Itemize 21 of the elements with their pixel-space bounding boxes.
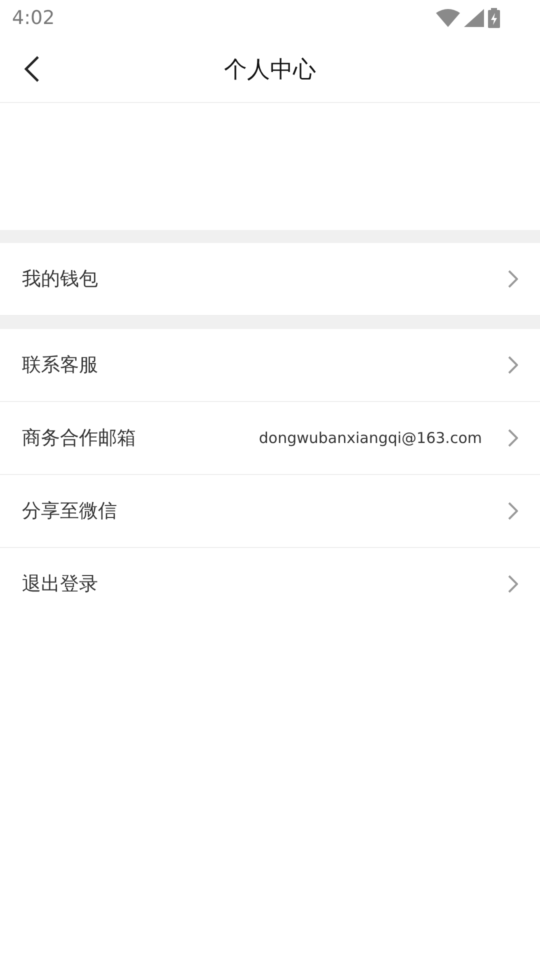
chevron-right-icon bbox=[508, 575, 518, 593]
page-title: 个人中心 bbox=[224, 56, 316, 84]
battery-icon bbox=[488, 8, 500, 28]
menu-label: 我的钱包 bbox=[22, 267, 99, 292]
menu-label: 联系客服 bbox=[22, 353, 99, 378]
menu-item[interactable]: 分享至微信 bbox=[0, 475, 540, 548]
menu-label: 商务合作邮箱 bbox=[22, 426, 137, 451]
wifi-icon bbox=[436, 9, 460, 27]
menu-label: 退出登录 bbox=[22, 572, 99, 597]
menu-label: 分享至微信 bbox=[22, 499, 118, 524]
menu-item[interactable]: 联系客服 bbox=[0, 329, 540, 402]
signal-icon bbox=[464, 9, 484, 27]
chevron-right-icon bbox=[508, 270, 518, 288]
back-icon[interactable] bbox=[24, 55, 40, 83]
menu-item[interactable]: 退出登录 bbox=[0, 548, 540, 620]
chevron-right-icon bbox=[508, 356, 518, 374]
status-time: 4:02 bbox=[12, 7, 55, 29]
menu-value: dongwubanxiangqi@163.com bbox=[258, 429, 482, 447]
menu-item[interactable]: 商务合作邮箱 dongwubanxiangqi@163.com bbox=[0, 402, 540, 475]
chevron-right-icon bbox=[508, 429, 518, 447]
chevron-right-icon bbox=[508, 502, 518, 520]
